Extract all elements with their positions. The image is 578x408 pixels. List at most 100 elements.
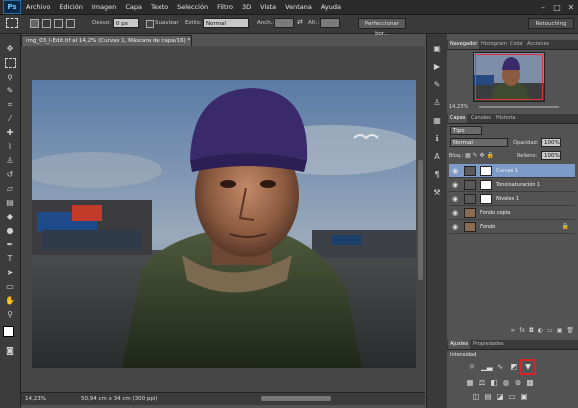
antialias-checkbox[interactable] — [146, 20, 154, 28]
menu-ayuda[interactable]: Ayuda — [321, 3, 341, 11]
hand-tool-icon[interactable]: ✋ — [4, 296, 16, 306]
visibility-eye-icon[interactable]: ◉ — [452, 223, 460, 231]
blend-mode-select[interactable]: Normal — [450, 138, 508, 147]
layer-name[interactable]: Tono/saturación 1 — [496, 181, 540, 189]
selection-mode-icons[interactable] — [30, 19, 80, 28]
photo-filter-icon[interactable]: ◍ — [501, 378, 511, 388]
menu-texto[interactable]: Texto — [151, 3, 168, 11]
channel-mixer-icon[interactable]: ⊛ — [513, 378, 523, 388]
gradient-tool-icon[interactable]: ▤ — [4, 198, 16, 208]
layer-mask-thumb[interactable] — [480, 166, 492, 176]
refine-edge-button[interactable]: Perfeccionar bor... — [358, 18, 406, 37]
swatches-panel-icon[interactable]: ▦ — [432, 116, 442, 126]
posterize-icon[interactable]: ▤ — [483, 392, 493, 402]
brush-panel-icon[interactable]: ✎ — [432, 80, 442, 90]
visibility-eye-icon[interactable]: ◉ — [452, 181, 460, 189]
menu-vista[interactable]: Vista — [260, 3, 276, 11]
height-input[interactable] — [320, 18, 340, 28]
exposure-icon[interactable]: ◩ — [509, 362, 519, 372]
tab-navigator[interactable]: Navegador — [448, 40, 480, 49]
menu-seleccion[interactable]: Selección — [177, 3, 208, 11]
menu-3d[interactable]: 3D — [242, 3, 251, 11]
curves-icon[interactable]: ∿ — [495, 362, 505, 372]
brush-tool-icon[interactable]: ⌇ — [4, 142, 16, 152]
menu-filtro[interactable]: Filtro — [217, 3, 233, 11]
healing-brush-tool-icon[interactable]: ✚ — [4, 128, 16, 138]
brightness-icon[interactable]: ☼ — [467, 362, 477, 372]
eraser-tool-icon[interactable]: ▱ — [4, 184, 16, 194]
new-layer-icon[interactable]: ▣ — [557, 327, 563, 336]
style-select[interactable]: Normal — [203, 18, 249, 28]
layer-name[interactable]: Fondo copia — [480, 209, 510, 217]
color-balance-icon[interactable]: ⚖ — [477, 378, 487, 388]
layer-mask-thumb[interactable] — [480, 194, 492, 204]
layer-row[interactable]: ◉ Niveles 1 — [449, 192, 575, 206]
document-photo[interactable] — [32, 80, 416, 368]
invert-icon[interactable]: ◫ — [471, 392, 481, 402]
layer-name[interactable]: Fondo — [480, 223, 495, 231]
tab-properties[interactable]: Propiedades — [471, 340, 506, 349]
gradient-map-icon[interactable]: ▭ — [507, 392, 517, 402]
horizontal-scrollbar[interactable] — [261, 396, 331, 401]
quick-select-tool-icon[interactable]: ✎ — [4, 86, 16, 96]
zoom-level[interactable]: 14,23% — [25, 393, 46, 405]
color-lookup-icon[interactable]: ▩ — [525, 378, 535, 388]
history-panel-icon[interactable]: ▣ — [432, 44, 442, 54]
layer-row[interactable]: ◉ Fondo copia — [449, 206, 575, 220]
add-mask-icon[interactable]: ◘ — [529, 327, 534, 336]
marquee-tool-icon[interactable] — [6, 18, 18, 28]
vertical-scrollbar[interactable] — [418, 160, 423, 280]
tab-channels[interactable]: Canales — [469, 114, 493, 123]
eyedropper-tool-icon[interactable]: ⁄ — [4, 114, 16, 124]
menu-archivo[interactable]: Archivo — [26, 3, 50, 11]
tab-color[interactable]: Color — [508, 40, 525, 49]
menu-edicion[interactable]: Edición — [59, 3, 83, 11]
menu-capa[interactable]: Capa — [125, 3, 142, 11]
menu-ventana[interactable]: Ventana — [285, 3, 312, 11]
crop-tool-icon[interactable]: ⌗ — [4, 100, 16, 110]
menu-imagen[interactable]: Imagen — [92, 3, 116, 11]
pen-tool-icon[interactable]: ✒ — [4, 240, 16, 250]
type-tool-icon[interactable]: T — [4, 254, 16, 264]
vibrance-icon[interactable]: ▼ — [520, 359, 536, 375]
tool-presets-icon[interactable]: ⚒ — [432, 188, 442, 198]
tab-histogram[interactable]: Histogram — [479, 40, 509, 49]
selective-color-icon[interactable]: ▣ — [519, 392, 529, 402]
navigator-view-box[interactable] — [475, 54, 543, 100]
new-group-icon[interactable]: ▭ — [547, 327, 553, 336]
navigator-zoom-slider[interactable] — [479, 106, 559, 108]
new-adjustment-icon[interactable]: ◐ — [538, 327, 543, 336]
clone-source-icon[interactable]: ♙ — [432, 98, 442, 108]
navigator-preview[interactable] — [473, 52, 545, 102]
document-tab[interactable]: img_03_I-Edit.tif al 14,2% (Curvas 1, Má… — [21, 35, 192, 46]
visibility-eye-icon[interactable]: ◉ — [452, 209, 460, 217]
opacity-input[interactable]: 100% — [541, 138, 561, 147]
tab-paths[interactable]: Historia — [494, 114, 517, 123]
layer-row[interactable]: ◉ Curvas 1 — [449, 164, 575, 178]
tab-adjustments[interactable]: Ajustes — [448, 340, 471, 349]
clone-stamp-tool-icon[interactable]: ♙ — [4, 156, 16, 166]
levels-icon[interactable]: ▁▃ — [481, 362, 493, 372]
history-brush-tool-icon[interactable]: ↺ — [4, 170, 16, 180]
close-icon[interactable]: ✕ — [564, 2, 578, 12]
lasso-tool-icon[interactable]: ϙ — [4, 72, 16, 82]
hue-saturation-icon[interactable]: ▦ — [465, 378, 475, 388]
delete-layer-icon[interactable]: 🗑 — [566, 327, 574, 336]
visibility-eye-icon[interactable]: ◉ — [452, 195, 460, 203]
lock-icons[interactable]: ▦ ✎ ✥ 🔒 — [465, 152, 494, 159]
tab-layers[interactable]: Capas — [448, 114, 468, 123]
navigator-zoom[interactable]: 14,23% — [449, 104, 468, 110]
zoom-tool-icon[interactable]: ⚲ — [4, 310, 16, 320]
layer-style-icon[interactable]: fx — [519, 327, 525, 336]
layer-row[interactable]: ◉ Fondo 🔒 — [449, 220, 575, 234]
shape-tool-icon[interactable]: ▭ — [4, 282, 16, 292]
tab-actions[interactable]: Acciones — [525, 40, 551, 49]
layer-name[interactable]: Niveles 1 — [496, 195, 519, 203]
character-panel-icon[interactable]: A — [432, 152, 442, 162]
path-selection-tool-icon[interactable]: ➤ — [4, 268, 16, 278]
minimize-icon[interactable]: – — [536, 2, 550, 12]
quick-mask-icon[interactable]: ◙ — [4, 346, 16, 356]
paragraph-panel-icon[interactable]: ¶ — [432, 170, 442, 180]
marquee-tool-icon[interactable] — [5, 58, 16, 68]
feather-input[interactable]: 0 px — [113, 18, 139, 28]
